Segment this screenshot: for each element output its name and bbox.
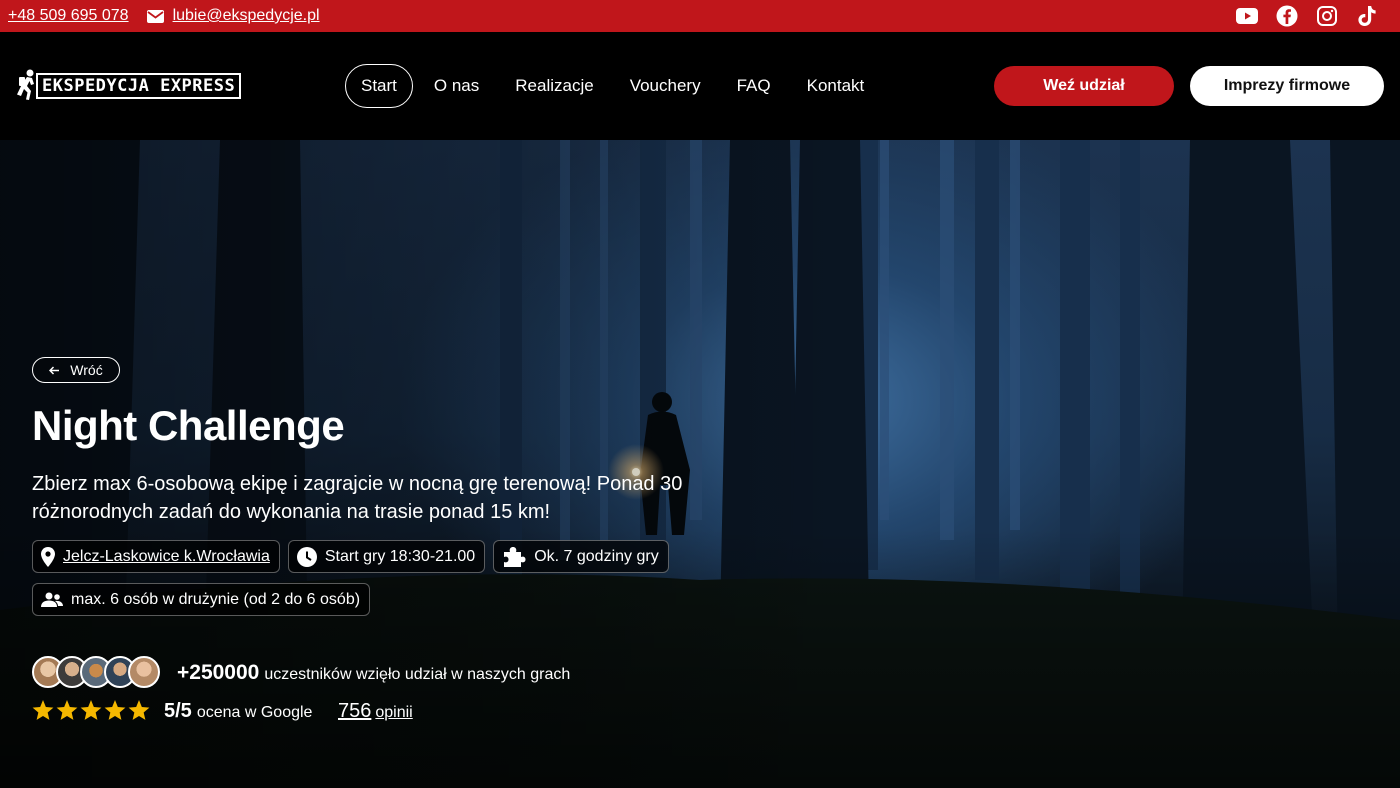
team-size-chip: max. 6 osób w drużynie (od 2 do 6 osób) bbox=[32, 583, 371, 616]
participant-avatars bbox=[32, 656, 160, 688]
star-icon bbox=[104, 700, 127, 722]
puzzle-icon bbox=[504, 546, 526, 567]
social-links bbox=[1236, 5, 1392, 27]
star-icon bbox=[128, 700, 151, 722]
star-icon bbox=[80, 700, 103, 722]
reviews-text: opinii bbox=[375, 704, 413, 721]
location-chip[interactable]: Jelcz-Laskowice k.Wrocławia bbox=[32, 540, 280, 573]
event-details: Jelcz-Laskowice k.Wrocławia Start gry 18… bbox=[32, 540, 732, 616]
nav-item-kontakt[interactable]: Kontakt bbox=[789, 64, 883, 108]
participants-stat: +250000 uczestników wzięło udział w nasz… bbox=[177, 661, 570, 685]
location-text: Jelcz-Laskowice k.Wrocławia bbox=[63, 547, 270, 565]
nav-item-vouchery[interactable]: Vouchery bbox=[612, 64, 719, 108]
facebook-icon[interactable] bbox=[1276, 5, 1298, 27]
site-logo[interactable]: EKSPEDYCJA EXPRESS bbox=[16, 68, 242, 104]
location-pin-icon bbox=[41, 546, 55, 567]
runner-logo-icon bbox=[17, 69, 34, 100]
mail-icon bbox=[146, 9, 164, 23]
back-button[interactable]: Wróć bbox=[32, 357, 120, 383]
main-nav: Start O nas Realizacje Vouchery FAQ Kont… bbox=[345, 64, 882, 108]
main-header: EKSPEDYCJA EXPRESS Start O nas Realizacj… bbox=[0, 32, 1400, 140]
back-button-label: Wróć bbox=[70, 362, 103, 378]
rating-stars bbox=[32, 700, 151, 722]
top-contact-bar: +48 509 695 078 lubie@ekspedycje.pl bbox=[0, 0, 1400, 32]
duration-chip: Ok. 7 godziny gry bbox=[493, 540, 669, 573]
google-rating: 5/5 ocena w Google bbox=[164, 700, 312, 723]
youtube-icon[interactable] bbox=[1236, 5, 1258, 27]
people-icon bbox=[41, 592, 63, 607]
hero-overlay bbox=[0, 140, 1400, 788]
clock-icon bbox=[296, 546, 317, 567]
email-link[interactable]: lubie@ekspedycje.pl bbox=[146, 7, 320, 25]
rating-text: ocena w Google bbox=[196, 704, 313, 721]
nav-item-realizacje[interactable]: Realizacje bbox=[497, 64, 611, 108]
start-time-text: Start gry 18:30-21.00 bbox=[324, 547, 476, 565]
event-description: Zbierz max 6-osobową ekipę i zagrajcie w… bbox=[32, 473, 683, 523]
hero-section: Wróć Night Challenge Zbierz max 6-osobow… bbox=[0, 140, 1400, 788]
email-text: lubie@ekspedycje.pl bbox=[172, 7, 320, 24]
star-icon bbox=[32, 700, 55, 722]
duration-text: Ok. 7 godziny gry bbox=[534, 547, 659, 565]
participants-text: uczestników wzięło udział w naszych grac… bbox=[264, 666, 571, 683]
reviews-count: 756 bbox=[338, 700, 372, 722]
instagram-icon[interactable] bbox=[1316, 5, 1338, 27]
tiktok-icon[interactable] bbox=[1356, 5, 1378, 27]
nav-item-o-nas[interactable]: O nas bbox=[416, 64, 497, 108]
team-size-text: max. 6 osób w drużynie (od 2 do 6 osób) bbox=[71, 590, 361, 608]
rating-value: 5/5 bbox=[164, 700, 192, 722]
arrow-left-icon bbox=[49, 365, 60, 375]
start-time-chip: Start gry 18:30-21.00 bbox=[287, 540, 486, 573]
logo-text: EKSPEDYCJA EXPRESS bbox=[36, 73, 242, 99]
nav-item-faq[interactable]: FAQ bbox=[719, 64, 789, 108]
nav-item-start[interactable]: Start bbox=[345, 64, 413, 108]
reviews-link[interactable]: 756 opinii bbox=[338, 700, 413, 723]
page-title: Night Challenge bbox=[32, 402, 345, 449]
avatar bbox=[128, 656, 160, 688]
participants-count: +250000 bbox=[177, 661, 260, 684]
corporate-events-button[interactable]: Imprezy firmowe bbox=[1190, 66, 1384, 106]
join-button[interactable]: Weź udział bbox=[994, 66, 1174, 106]
star-icon bbox=[56, 700, 79, 722]
phone-link[interactable]: +48 509 695 078 bbox=[8, 7, 129, 25]
